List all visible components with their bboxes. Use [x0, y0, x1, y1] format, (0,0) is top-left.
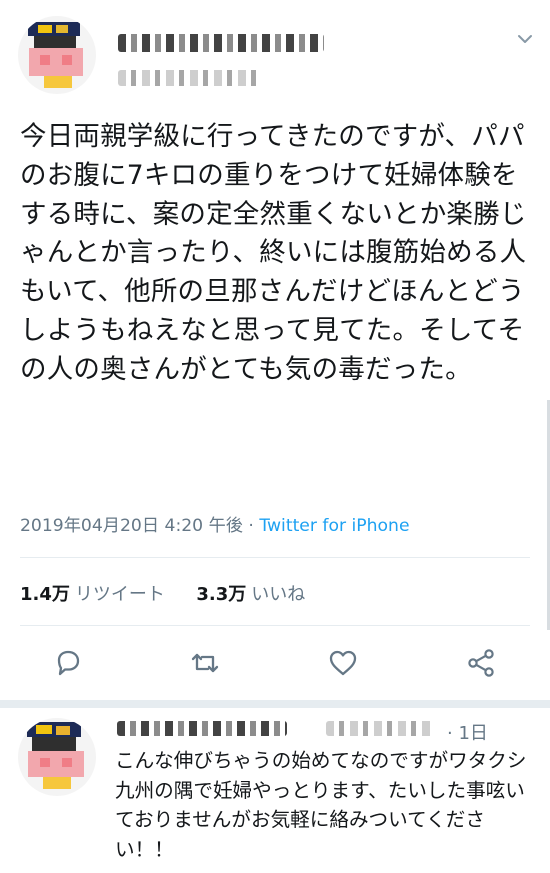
timestamp[interactable]: 2019年04月20日 4:20 午後	[20, 516, 243, 536]
tweet-meta: 2019年04月20日 4:20 午後 · Twitter for iPhone	[20, 511, 530, 536]
retweets-stat[interactable]: 1.4万 リツイート	[20, 584, 165, 605]
divider	[20, 625, 530, 626]
tweet-card[interactable]: 今日両親学級に行ってきたのですが、パパのお腹に7キロの重りをつけて妊婦体験をする…	[0, 0, 550, 700]
retweet-icon[interactable]	[188, 646, 222, 680]
likes-label: いいね	[251, 584, 306, 605]
heart-icon[interactable]	[326, 646, 360, 680]
reply-icon[interactable]	[51, 646, 85, 680]
author-avatar[interactable]	[18, 16, 96, 94]
reply-author-handle[interactable]	[326, 721, 434, 736]
source-link[interactable]: Twitter for iPhone	[259, 516, 409, 536]
tweet-actions	[0, 646, 550, 684]
tweet-separator	[0, 700, 550, 708]
reply-author-avatar[interactable]	[18, 718, 96, 796]
author-handle[interactable]	[118, 70, 262, 86]
tweet-stats: 1.4万 リツイート 3.3万 いいね	[20, 580, 305, 606]
divider	[20, 557, 530, 558]
tweet-text: 今日両親学級に行ってきたのですが、パパのお腹に7キロの重りをつけて妊婦体験をする…	[20, 121, 527, 385]
author-display-name[interactable]	[118, 34, 324, 52]
retweets-count: 1.4万	[20, 584, 70, 605]
reply-author-name[interactable]	[117, 721, 287, 736]
meta-separator: ·	[242, 516, 260, 536]
likes-count: 3.3万	[196, 584, 247, 605]
reply-time[interactable]: · 1日	[447, 719, 488, 745]
chevron-down-icon[interactable]	[516, 30, 534, 48]
reply-text: こんな伸びちゃうの始めてなのですがワタクシ九州の隅で妊婦やっとります、たいした事…	[115, 749, 527, 862]
retweets-label: リツイート	[74, 584, 165, 605]
share-icon[interactable]	[464, 646, 498, 680]
likes-stat[interactable]: 3.3万 いいね	[196, 584, 305, 605]
